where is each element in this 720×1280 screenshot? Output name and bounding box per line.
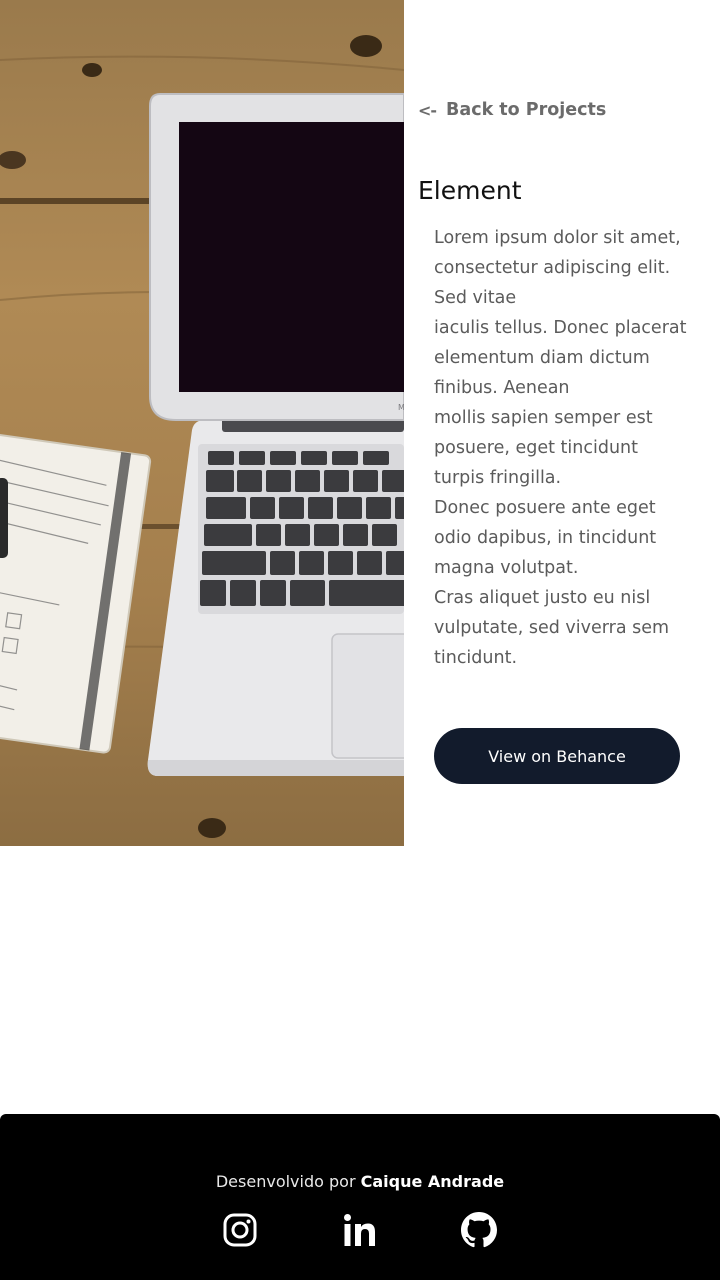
instagram-link[interactable] [222, 1212, 258, 1248]
description-line: magna volutpat. [434, 558, 579, 578]
github-icon [461, 1212, 497, 1248]
description-line: posuere, eget tincidunt [434, 438, 639, 458]
footer-credit: Desenvolvido por Caique Andrade [0, 1172, 720, 1191]
footer: Desenvolvido por Caique Andrade [0, 1114, 720, 1280]
description-line: mollis sapien semper est [434, 408, 653, 428]
linkedin-icon [344, 1214, 375, 1246]
hero-image: M [0, 0, 404, 846]
desk-laptop-illustration: M [0, 35, 404, 838]
description-line: odio dapibus, in tincidunt [434, 528, 657, 548]
credit-prefix: Desenvolvido por [215, 1172, 361, 1191]
description-line: elementum diam dictum [434, 348, 650, 368]
description-line: vulputate, sed viverra sem [434, 618, 670, 638]
back-to-projects-label: Back to Projects [446, 100, 607, 120]
back-to-projects-link[interactable]: <- Back to Projects [418, 100, 606, 120]
credit-author-name: Caique Andrade [360, 1172, 505, 1191]
description-line: Sed vitae [434, 288, 517, 308]
description-line: iaculis tellus. Donec placerat [434, 318, 687, 338]
description-line: tincidunt. [434, 648, 518, 668]
description-line: Lorem ipsum dolor sit amet, [434, 228, 681, 248]
svg-text:M: M [398, 403, 404, 412]
instagram-icon [223, 1213, 257, 1247]
view-on-behance-button[interactable]: View on Behance [434, 728, 680, 784]
project-title: Element [418, 176, 522, 205]
github-link[interactable] [461, 1212, 497, 1248]
project-description: Lorem ipsum dolor sit amet, consectetur … [434, 223, 694, 673]
description-line: Donec posuere ante eget [434, 498, 656, 518]
description-line: turpis fringilla. [434, 468, 562, 488]
description-line: consectetur adipiscing elit. [434, 258, 671, 278]
description-line: Cras aliquet justo eu nisl [434, 588, 651, 608]
linkedin-link[interactable] [342, 1212, 378, 1248]
description-line: finibus. Aenean [434, 378, 570, 398]
back-arrow-icon: <- [418, 100, 437, 120]
